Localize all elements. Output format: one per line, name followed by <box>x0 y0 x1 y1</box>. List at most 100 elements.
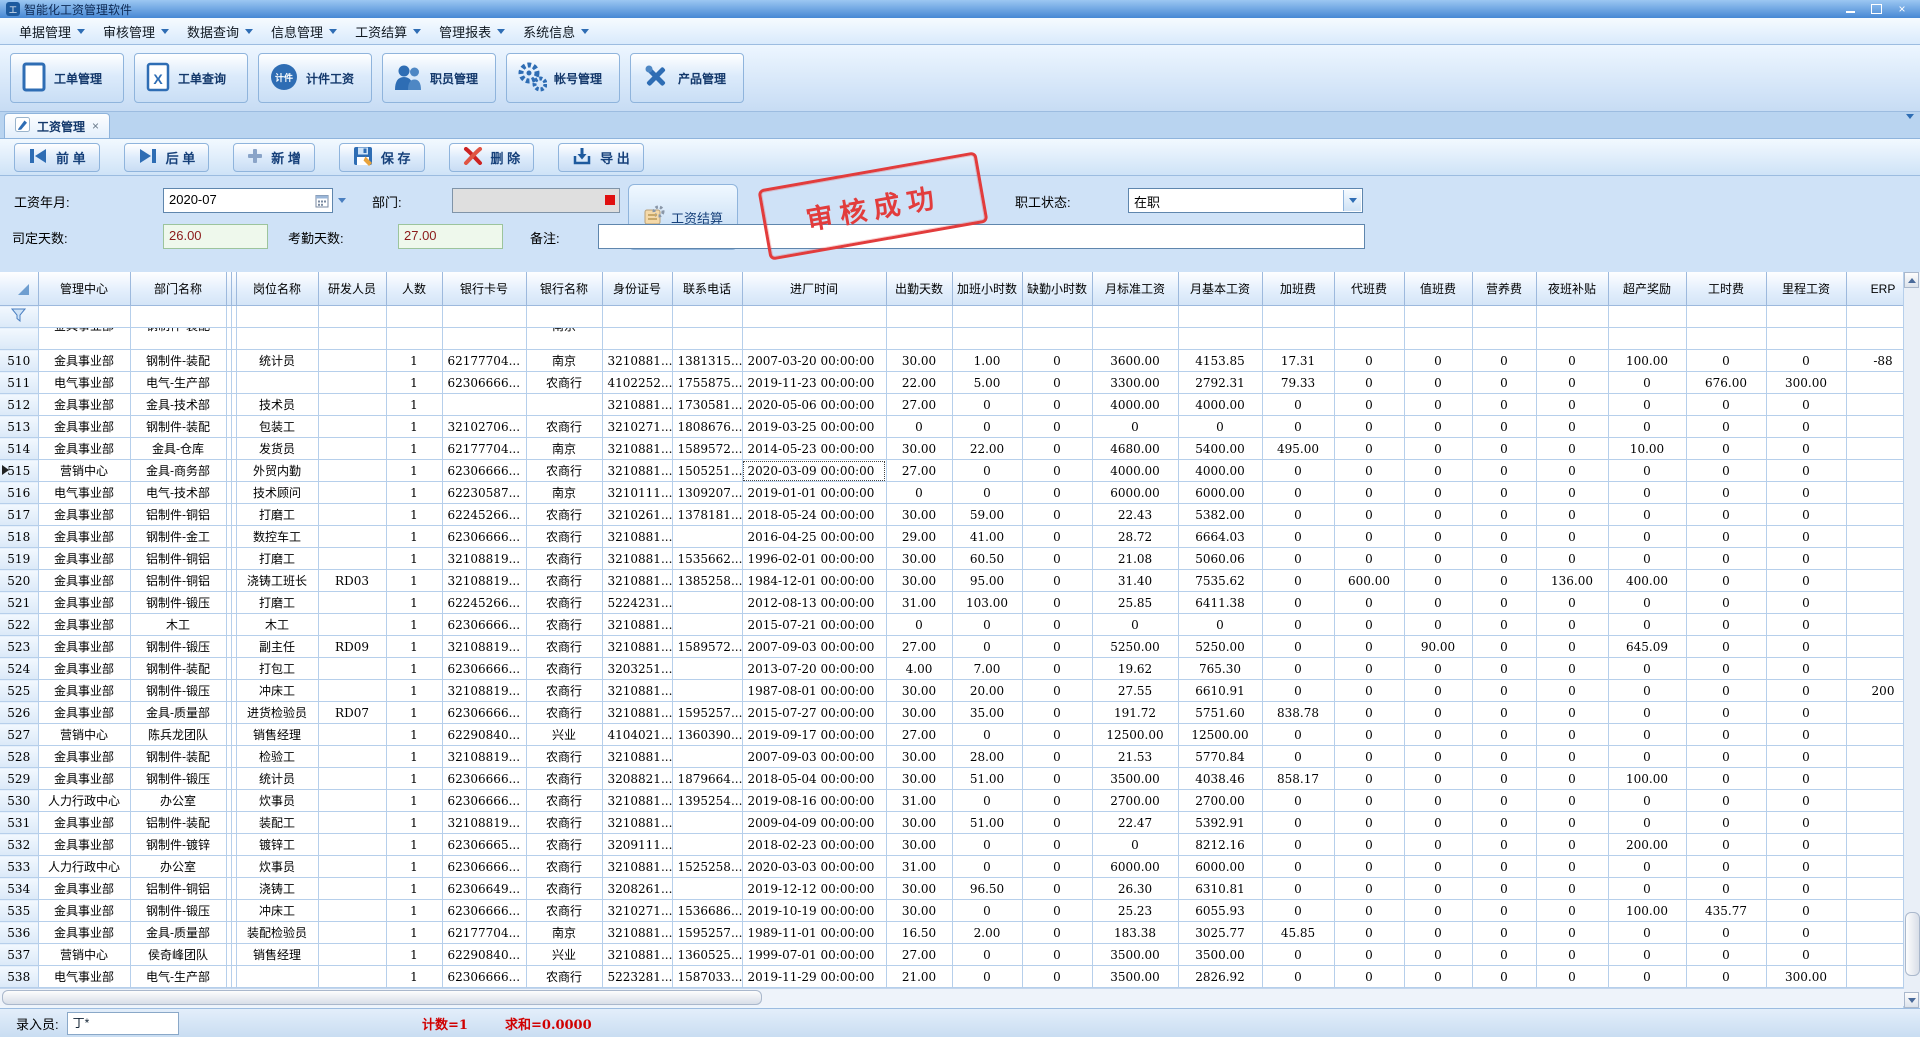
cell[interactable]: 金具事业部 <box>38 702 130 724</box>
cell[interactable]: 0 <box>1022 834 1092 856</box>
cell[interactable]: 0 <box>1472 350 1536 372</box>
cell[interactable]: 0 <box>1608 504 1686 526</box>
cell[interactable]: 0 <box>1686 460 1766 482</box>
cell[interactable]: 0 <box>1766 394 1846 416</box>
filter-cell[interactable] <box>952 306 1022 328</box>
cell[interactable] <box>318 350 386 372</box>
cell[interactable]: 0 <box>1686 878 1766 900</box>
cell[interactable]: 19.62 <box>1092 658 1178 680</box>
cell[interactable]: 0 <box>1766 812 1846 834</box>
cell[interactable]: 0 <box>1262 614 1334 636</box>
cell[interactable]: 0 <box>1334 922 1404 944</box>
cell[interactable]: 0 <box>1262 966 1334 988</box>
cell[interactable]: 0 <box>1092 834 1178 856</box>
cell[interactable] <box>1846 834 1904 856</box>
cell[interactable]: 0 <box>1404 460 1472 482</box>
cell[interactable]: 2020-03-09 00:00:00 <box>742 460 886 482</box>
cell[interactable]: 电气-生产部 <box>130 966 226 988</box>
cell[interactable]: 金具事业部 <box>38 746 130 768</box>
cell[interactable]: 1 <box>386 702 442 724</box>
department-input[interactable] <box>452 188 620 213</box>
cell[interactable]: 木工 <box>130 614 226 636</box>
cell[interactable]: 0 <box>1022 460 1092 482</box>
cell[interactable]: 6664.03 <box>1178 526 1262 548</box>
cell[interactable]: 6055.93 <box>1178 900 1262 922</box>
cell[interactable]: 0 <box>1022 394 1092 416</box>
cell[interactable]: 钢制件-装配 <box>130 658 226 680</box>
cell[interactable]: 0 <box>1404 856 1472 878</box>
row-number-cell[interactable]: 520 <box>0 570 38 592</box>
cell[interactable]: 2700.00 <box>1092 790 1178 812</box>
cell[interactable]: 1595257... <box>672 702 742 724</box>
cell[interactable]: 0 <box>1686 702 1766 724</box>
cell[interactable]: 1 <box>386 746 442 768</box>
cell[interactable]: 21.53 <box>1092 746 1178 768</box>
vertical-scrollbar[interactable] <box>1903 272 1920 1008</box>
cell[interactable]: 0 <box>1608 702 1686 724</box>
cell[interactable]: 0 <box>1536 350 1608 372</box>
cell[interactable]: 打包工 <box>236 658 318 680</box>
cell[interactable]: 0 <box>1472 724 1536 746</box>
cell[interactable]: 铝制件-铜铝 <box>130 878 226 900</box>
cell[interactable]: 0 <box>952 636 1022 658</box>
row-number-cell[interactable]: 510 <box>0 350 38 372</box>
column-header-银行名称[interactable]: 银行名称 <box>526 272 602 306</box>
cell[interactable]: 136.00 <box>1536 570 1608 592</box>
cell[interactable]: 0 <box>1472 878 1536 900</box>
menu-item-5[interactable]: 工资结算 <box>346 19 430 44</box>
column-header-里程工资[interactable]: 里程工资 <box>1766 272 1846 306</box>
cell[interactable]: 农商行 <box>526 504 602 526</box>
cell[interactable]: 浇铸工 <box>236 878 318 900</box>
cell[interactable]: 1 <box>386 372 442 394</box>
cell[interactable]: 炊事员 <box>236 790 318 812</box>
cell[interactable]: 2018-05-04 00:00:00 <box>742 768 886 790</box>
cell[interactable]: 0 <box>1686 636 1766 658</box>
row-number-cell[interactable]: 527 <box>0 724 38 746</box>
cell[interactable]: 0 <box>1334 658 1404 680</box>
cell[interactable]: 6000.00 <box>1092 482 1178 504</box>
cell[interactable]: 0 <box>1334 944 1404 966</box>
cell[interactable]: 农商行 <box>526 636 602 658</box>
cell[interactable]: 装配工 <box>236 812 318 834</box>
cell[interactable]: 0 <box>1536 680 1608 702</box>
cell[interactable]: 钢制件-金工 <box>130 526 226 548</box>
cell[interactable]: 金具事业部 <box>38 834 130 856</box>
cell[interactable]: 0 <box>1686 746 1766 768</box>
cell[interactable]: 0 <box>1766 438 1846 460</box>
cell[interactable]: 2019-08-16 00:00:00 <box>742 790 886 812</box>
cell[interactable]: 0 <box>1608 394 1686 416</box>
cell[interactable]: 30.00 <box>886 834 952 856</box>
cell[interactable]: 0 <box>1608 856 1686 878</box>
cell[interactable]: 1 <box>386 482 442 504</box>
cell[interactable]: 0 <box>1262 570 1334 592</box>
minimize-button[interactable] <box>1842 3 1858 16</box>
cell[interactable]: 2019-03-25 00:00:00 <box>742 416 886 438</box>
cell[interactable]: 电气-技术部 <box>130 482 226 504</box>
cell[interactable]: 435.77 <box>1686 900 1766 922</box>
cell[interactable]: 300.00 <box>1766 966 1846 988</box>
cell[interactable]: 侯奇峰团队 <box>130 944 226 966</box>
cell[interactable]: 0 <box>1608 460 1686 482</box>
cell[interactable]: 0 <box>1334 834 1404 856</box>
cell[interactable]: 金具-商务部 <box>130 460 226 482</box>
cell[interactable]: 0 <box>1262 482 1334 504</box>
cell[interactable]: 32108819... <box>442 548 526 570</box>
filter-cell[interactable] <box>1092 306 1178 328</box>
cell[interactable]: 0 <box>1262 460 1334 482</box>
cell[interactable]: 3210271... <box>602 900 672 922</box>
cell[interactable]: 1 <box>386 592 442 614</box>
cell[interactable]: 0 <box>1536 834 1608 856</box>
cell[interactable]: 0 <box>1472 922 1536 944</box>
column-header-工时费[interactable]: 工时费 <box>1686 272 1766 306</box>
cell[interactable]: 2.00 <box>952 922 1022 944</box>
cell[interactable]: 62306666... <box>442 966 526 988</box>
cell[interactable]: 0 <box>1766 900 1846 922</box>
cell[interactable]: 农商行 <box>526 900 602 922</box>
cell[interactable]: 51.00 <box>952 768 1022 790</box>
cell[interactable]: 1 <box>386 416 442 438</box>
cell[interactable]: 0 <box>1472 394 1536 416</box>
cell[interactable]: 6411.38 <box>1178 592 1262 614</box>
cell[interactable]: 191.72 <box>1092 702 1178 724</box>
cell[interactable]: 0 <box>1262 658 1334 680</box>
cell[interactable]: 0 <box>1472 944 1536 966</box>
